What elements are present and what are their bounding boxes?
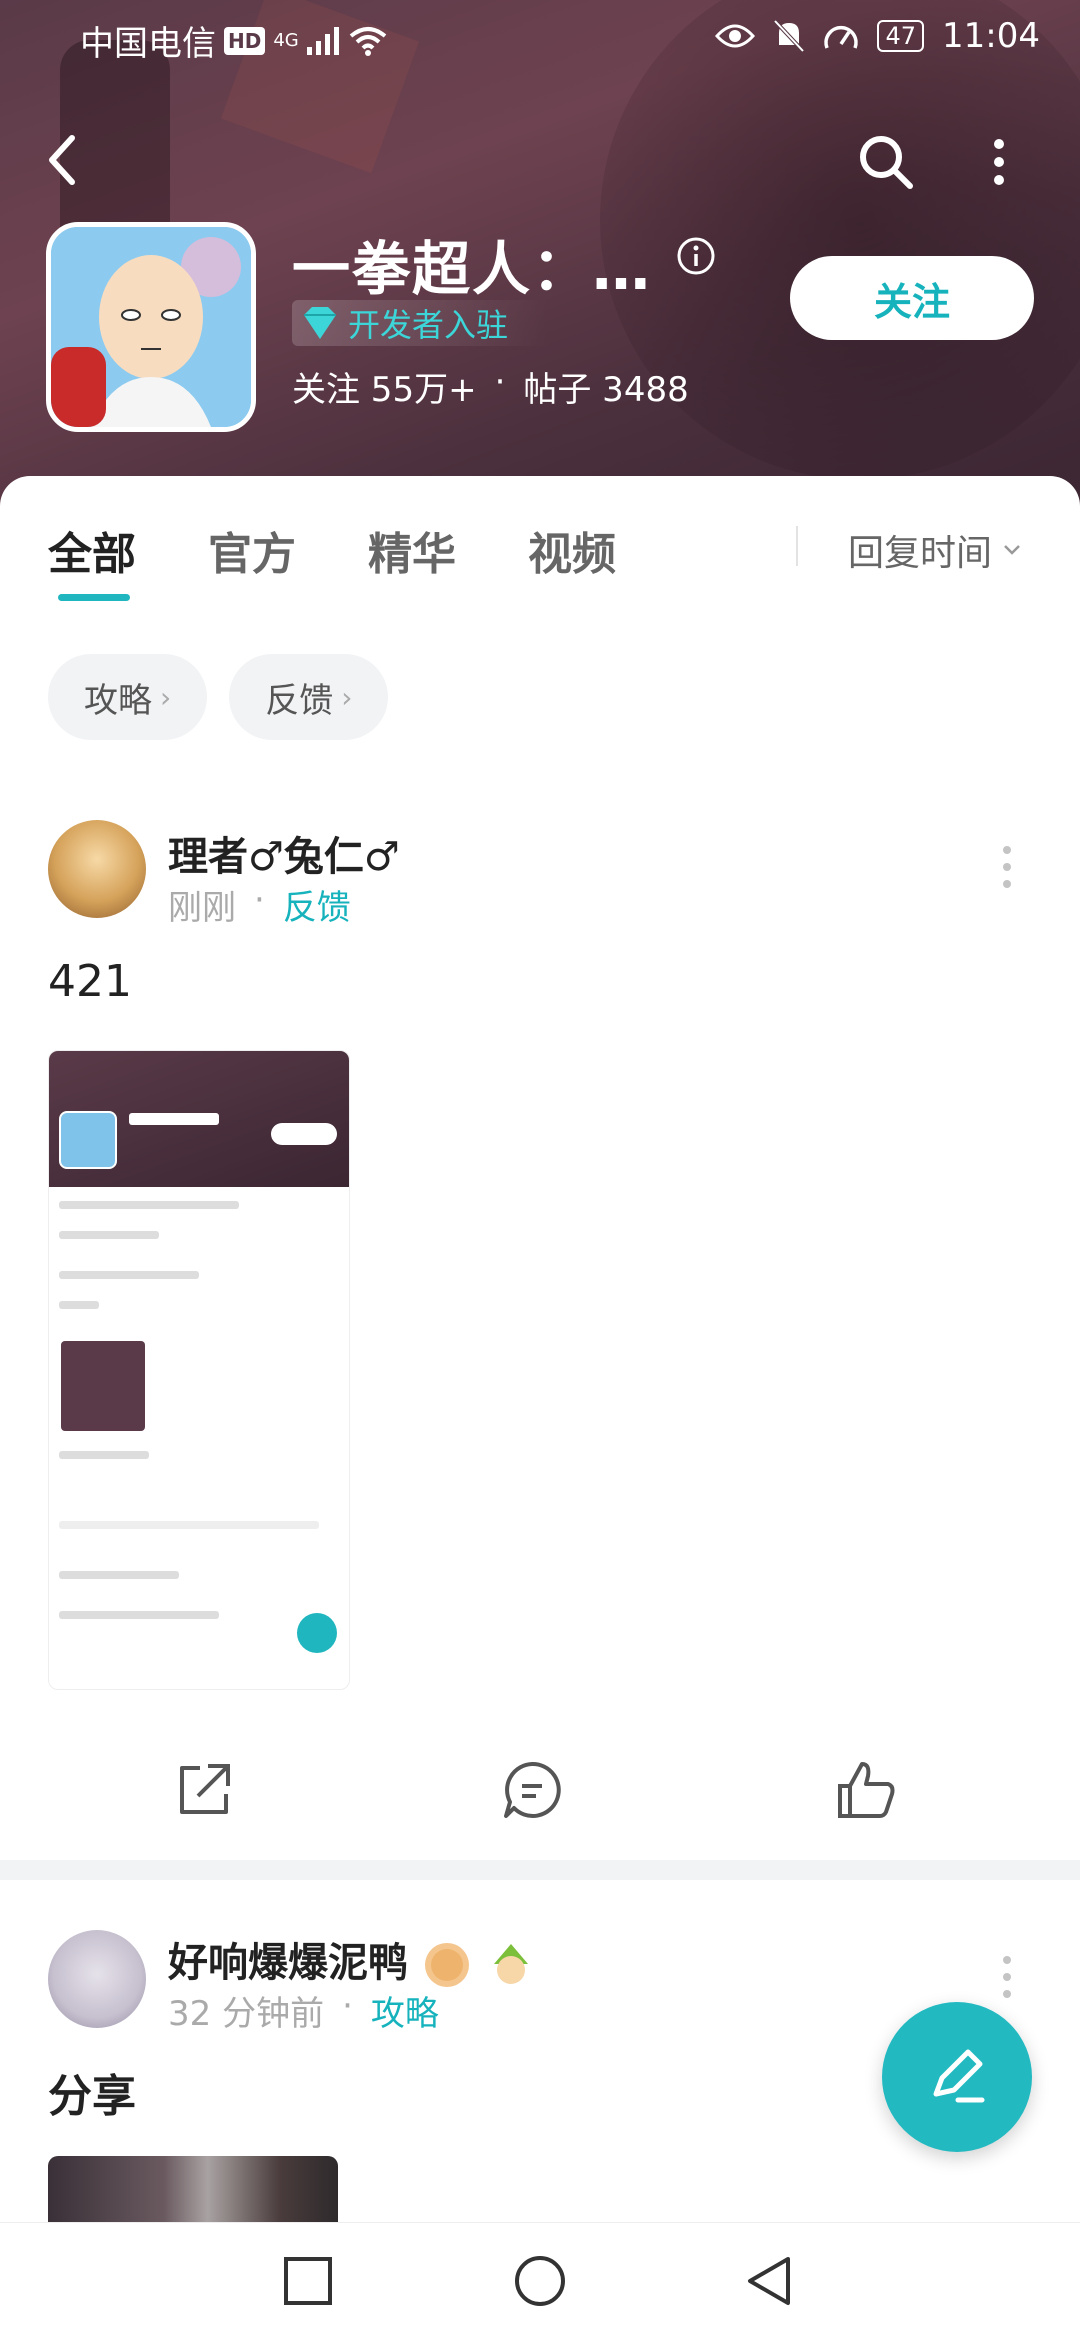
chip-feedback[interactable]: 反馈 › <box>229 654 389 740</box>
tab-official[interactable]: 官方 <box>208 518 296 582</box>
app-icon <box>46 222 256 432</box>
hd-badge: HD <box>224 26 266 55</box>
chevron-right-icon: › <box>341 680 353 714</box>
tab-video[interactable]: 视频 <box>528 518 616 582</box>
post-content: 分享 <box>48 2071 136 2122</box>
post-time: 刚刚 <box>168 888 236 928</box>
sort-label: 回复时间 <box>848 533 993 574</box>
forum-header: 中国电信 HD 4G 47 11:04 一拳超人：… 开发者入驻 关注 55万+… <box>0 0 1080 520</box>
image-line-c <box>59 1611 219 1619</box>
post-author[interactable]: 好响爆爆泥鸭 <box>168 1930 536 1990</box>
stats-separator: · <box>494 362 506 402</box>
tab-all[interactable]: 全部 <box>48 518 136 601</box>
post-author-name: 好响爆爆泥鸭 <box>168 1940 408 1986</box>
recent-apps-icon[interactable] <box>278 2251 338 2311</box>
filter-panel: 全部 官方 精华 视频 回复时间 攻略 › 反馈 › <box>0 476 1080 776</box>
meta-separator: · <box>342 1986 353 2026</box>
more-vertical-icon[interactable] <box>996 842 1018 892</box>
post-category[interactable]: 反馈 <box>283 880 351 929</box>
post-author[interactable]: 理者♂兔仁♂ <box>168 824 400 882</box>
system-back-icon[interactable] <box>740 2251 800 2311</box>
app-stats: 关注 55万+ · 帖子 3488 <box>292 362 689 411</box>
clock: 11:04 <box>942 16 1040 56</box>
info-icon[interactable] <box>676 236 716 276</box>
tab-divider <box>796 526 798 566</box>
image-action-line <box>59 1521 319 1529</box>
eye-icon <box>715 24 756 48</box>
chip-guide-label: 攻略 <box>84 680 152 721</box>
avatar[interactable] <box>48 820 146 918</box>
diamond-icon <box>304 307 336 339</box>
search-icon[interactable] <box>854 130 918 194</box>
post-card[interactable]: 理者♂兔仁♂ 刚刚 · 反馈 421 <box>0 776 1080 1860</box>
more-vertical-icon[interactable] <box>984 132 1014 192</box>
carrier-name: 中国电信 <box>80 24 216 64</box>
post-time: 32 分钟前 <box>168 1994 325 2034</box>
more-vertical-icon[interactable] <box>996 1952 1018 2002</box>
post-image[interactable] <box>48 1050 350 1690</box>
post-meta: 刚刚 · 反馈 <box>168 880 351 929</box>
post-actions <box>0 1732 1080 1842</box>
posts-count: 帖子 3488 <box>523 370 689 410</box>
compose-button[interactable] <box>882 2002 1032 2152</box>
meta-separator: · <box>254 880 265 920</box>
sort-dropdown[interactable]: 回复时间 <box>848 524 1022 576</box>
chip-feedback-label: 反馈 <box>265 680 334 721</box>
image-line-a <box>59 1451 149 1459</box>
image-tab-line <box>59 1201 239 1209</box>
tab-bar: 全部 官方 精华 视频 <box>48 518 616 601</box>
status-bar: 中国电信 HD 4G 47 11:04 <box>0 0 1080 76</box>
image-title-bar <box>129 1113 219 1125</box>
character-badge-icon <box>493 1944 528 1984</box>
post-meta: 32 分钟前 · 攻略 <box>168 1986 439 2035</box>
developer-badge[interactable]: 开发者入驻 <box>292 300 549 346</box>
home-icon[interactable] <box>510 2251 570 2311</box>
system-navigation-bar <box>0 2222 1080 2340</box>
image-line-b <box>59 1571 179 1579</box>
category-chips: 攻略 › 反馈 › <box>48 654 389 740</box>
avatar[interactable] <box>48 1930 146 2028</box>
top-nav <box>0 110 1080 200</box>
app-title: 一拳超人：… <box>292 235 653 303</box>
post-content: 421 <box>48 956 132 1007</box>
chevron-down-icon <box>1004 545 1020 555</box>
follow-button[interactable]: 关注 <box>790 256 1034 340</box>
image-follow-pill <box>271 1123 337 1145</box>
followers-count: 关注 55万+ <box>292 370 477 410</box>
chip-guide[interactable]: 攻略 › <box>48 654 208 740</box>
image-nested-shot <box>61 1341 145 1431</box>
network-type: 4G <box>273 30 299 51</box>
back-arrow-icon[interactable] <box>40 130 90 190</box>
level-badge-icon <box>424 1943 469 1987</box>
signal-icon <box>306 26 339 55</box>
image-app-icon <box>59 1111 117 1169</box>
comment-icon[interactable] <box>500 1758 564 1822</box>
chevron-right-icon: › <box>160 680 172 714</box>
status-right: 47 11:04 <box>715 16 1040 56</box>
share-icon[interactable] <box>172 1758 236 1822</box>
battery-level: 47 <box>877 20 925 52</box>
app-icon-artwork <box>51 227 251 427</box>
speed-icon <box>824 25 859 49</box>
image-chip-line <box>59 1231 159 1239</box>
mute-bell-icon <box>774 19 805 53</box>
image-fab <box>297 1613 337 1653</box>
post-category[interactable]: 攻略 <box>371 1986 439 2035</box>
status-left: 中国电信 HD 4G <box>80 16 387 65</box>
image-author-line <box>59 1271 199 1279</box>
image-content-line <box>59 1301 99 1309</box>
wifi-icon <box>349 26 387 56</box>
thumbs-up-icon[interactable] <box>834 1758 898 1822</box>
tab-featured[interactable]: 精华 <box>368 518 456 582</box>
developer-badge-label: 开发者入驻 <box>348 306 509 344</box>
compose-pen-icon <box>933 2049 985 2103</box>
